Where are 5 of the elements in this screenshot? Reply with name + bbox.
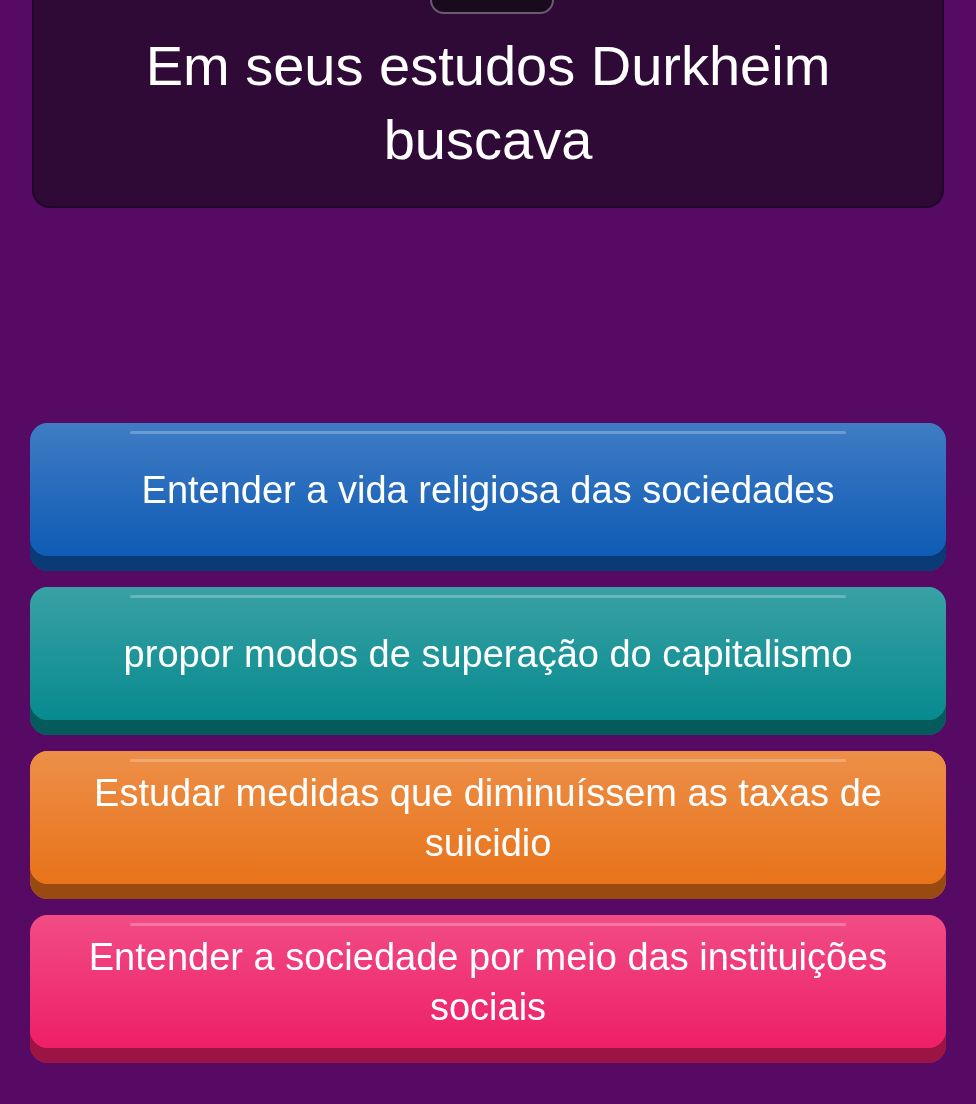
answer-option[interactable]: Entender a vida religiosa das sociedades — [30, 423, 946, 571]
answer-option[interactable]: propor modos de superação do capitalismo — [30, 587, 946, 735]
question-text: Em seus estudos Durkheim buscava — [144, 33, 832, 173]
answer-option[interactable]: Estudar medidas que diminuíssem as taxas de suicidio — [30, 751, 946, 899]
answer-option[interactable]: Entender a sociedade por meio das instituições sociais — [30, 915, 946, 1063]
